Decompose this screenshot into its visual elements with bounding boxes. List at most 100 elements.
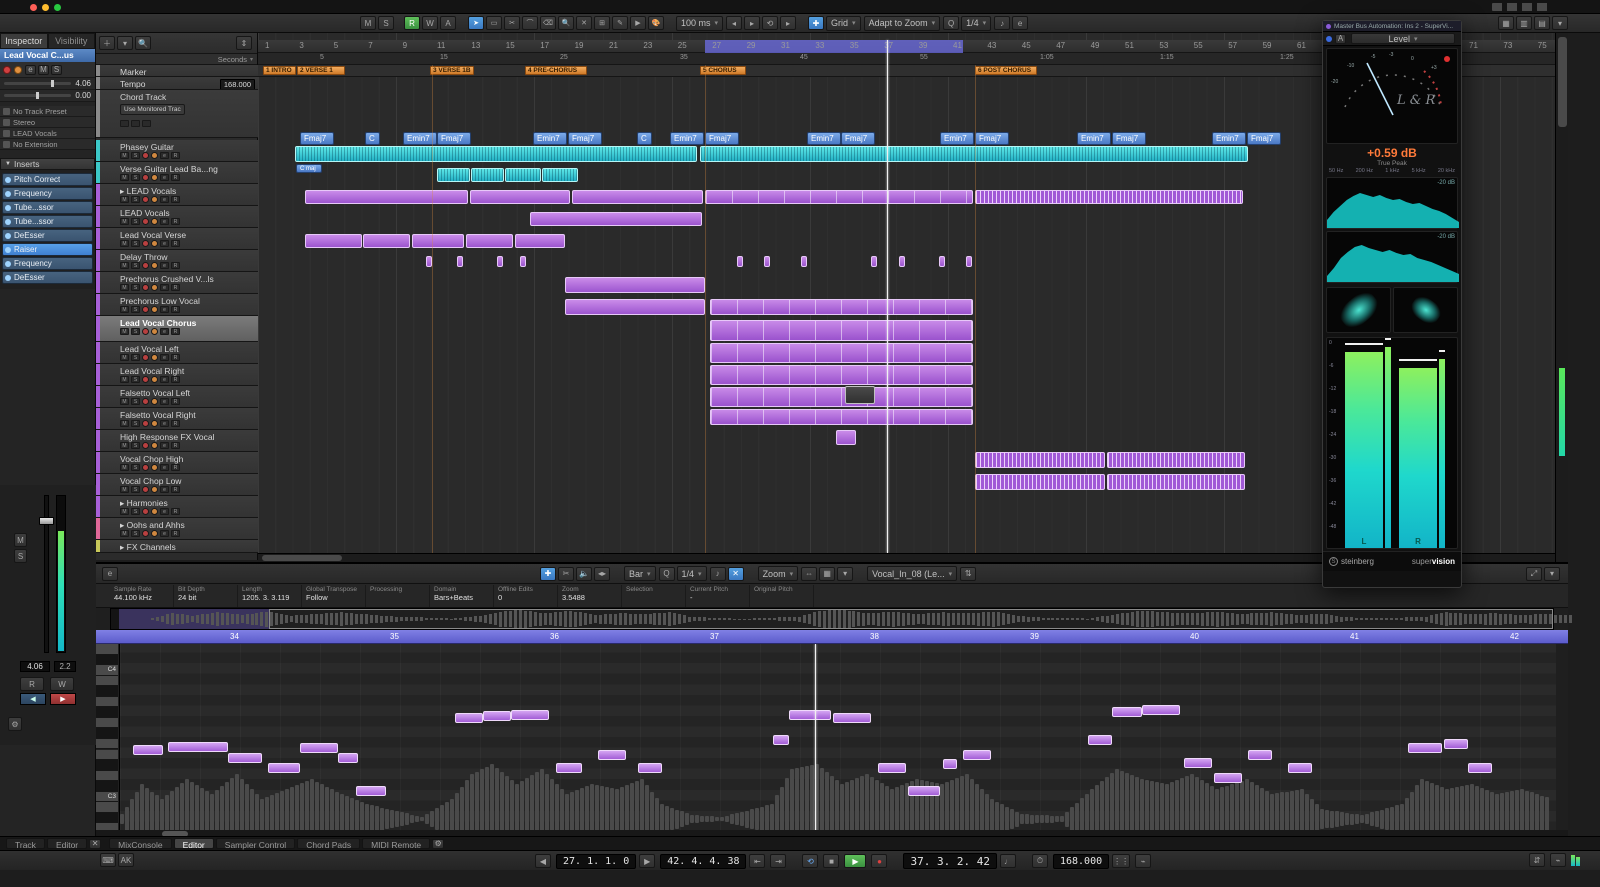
track-monitor-button[interactable] bbox=[151, 420, 158, 427]
variaudio-pitch-segment[interactable] bbox=[1468, 763, 1492, 773]
snap-editor-icon[interactable]: ✚ bbox=[540, 567, 556, 581]
track-automation-button[interactable]: R bbox=[171, 398, 180, 405]
track-record-button[interactable] bbox=[142, 376, 149, 383]
track-header-falsetto-vocal-left[interactable]: Falsetto Vocal LeftMSeR bbox=[96, 386, 258, 408]
arrow-tool-icon[interactable]: ➤ bbox=[468, 16, 484, 30]
zone-tab-editor[interactable]: Editor bbox=[47, 838, 87, 849]
audio-event-vocal[interactable] bbox=[305, 190, 468, 204]
info-cell-current-pitch[interactable]: Current Pitch- bbox=[686, 585, 750, 607]
info-cell-length[interactable]: Length1205. 3. 3.119 bbox=[238, 585, 302, 607]
track-edit-button[interactable]: e bbox=[160, 262, 169, 269]
audio-event-vocal[interactable] bbox=[530, 212, 702, 226]
audio-event-vocal[interactable] bbox=[845, 386, 875, 404]
zoom-tool-icon[interactable]: 🔍 bbox=[558, 16, 574, 30]
track-automation-button[interactable]: R bbox=[171, 328, 180, 335]
track-solo-button[interactable]: S bbox=[131, 152, 140, 159]
track-header-chord-track[interactable]: Chord TrackUse Monitored Trac bbox=[96, 90, 258, 138]
track-record-button[interactable] bbox=[142, 152, 149, 159]
iterative-quantize-icon[interactable]: ♪ bbox=[994, 16, 1010, 30]
variaudio-pitch-segment[interactable] bbox=[789, 710, 831, 720]
track-edit-button[interactable]: e bbox=[160, 328, 169, 335]
track-edit-button[interactable]: e bbox=[160, 508, 169, 515]
track-solo-button[interactable]: S bbox=[131, 262, 140, 269]
volume-value[interactable]: 4.06 bbox=[75, 79, 91, 88]
track-record-button[interactable] bbox=[142, 196, 149, 203]
track-mute-button[interactable]: M bbox=[120, 218, 129, 225]
comp-tool-icon[interactable]: ⊞ bbox=[594, 16, 610, 30]
track-header-oohs-and-ahhs[interactable]: ▸ Oohs and AhhsMSeR bbox=[96, 518, 258, 540]
toolbar-setup-icon[interactable]: ▾ bbox=[1552, 16, 1568, 30]
track-mute-button[interactable]: M bbox=[120, 262, 129, 269]
track-header-lead-vocal-chorus[interactable]: Lead Vocal ChorusMSeR bbox=[96, 316, 258, 342]
mute-all-button[interactable]: M bbox=[360, 16, 376, 30]
audio-event-vocal[interactable] bbox=[515, 234, 565, 248]
track-record-button[interactable] bbox=[142, 218, 149, 225]
track-record-button[interactable] bbox=[142, 464, 149, 471]
insert-slot-pitch-correct[interactable]: Pitch Correct bbox=[2, 173, 93, 186]
solo-button[interactable]: S bbox=[51, 65, 62, 75]
track-solo-button[interactable]: S bbox=[131, 196, 140, 203]
track-record-button[interactable] bbox=[142, 328, 149, 335]
piano-black-key[interactable] bbox=[96, 707, 118, 718]
marker-event[interactable]: 1 INTRO bbox=[263, 66, 296, 75]
click-button[interactable]: ⋮⋮ bbox=[1112, 854, 1130, 868]
nudge-right-icon[interactable]: ▸ bbox=[744, 16, 760, 30]
track-monitor-button[interactable] bbox=[151, 508, 158, 515]
meter-mute-button[interactable]: M bbox=[14, 533, 27, 547]
glue-tool-icon[interactable]: ⌒ bbox=[522, 16, 538, 30]
routing-row-no-extension[interactable]: No Extension bbox=[0, 139, 95, 150]
record-enable-button[interactable] bbox=[3, 66, 11, 74]
piano-white-key[interactable] bbox=[96, 802, 118, 813]
lower-tab-editor[interactable]: Editor bbox=[174, 838, 214, 849]
play-tool-icon[interactable]: ▶ bbox=[630, 16, 646, 30]
quantize-preset-combo[interactable]: 1/4▾ bbox=[961, 16, 991, 31]
track-record-button[interactable] bbox=[142, 442, 149, 449]
variaudio-pitch-segment[interactable] bbox=[1112, 707, 1142, 717]
audio-event-vocal[interactable] bbox=[497, 256, 503, 267]
track-automation-button[interactable]: R bbox=[171, 530, 180, 537]
insert-power-icon[interactable] bbox=[5, 261, 11, 267]
audio-event-vocal[interactable] bbox=[939, 256, 945, 267]
piano-white-key[interactable] bbox=[96, 750, 118, 761]
audio-event-vocal[interactable] bbox=[710, 409, 973, 425]
track-record-button[interactable] bbox=[142, 398, 149, 405]
variaudio-pitch-segment[interactable] bbox=[598, 750, 626, 760]
track-header-phasey-guitar[interactable]: Phasey GuitarMSeR bbox=[96, 140, 258, 162]
plugin-bypass-icon[interactable] bbox=[1326, 36, 1332, 42]
track-monitor-button[interactable] bbox=[151, 306, 158, 313]
track-solo-button[interactable]: S bbox=[131, 420, 140, 427]
pan-left-button[interactable]: ◀ bbox=[20, 693, 46, 705]
add-track-button[interactable]: ＋ bbox=[99, 36, 115, 50]
variaudio-x-icon[interactable]: ✕ bbox=[728, 567, 744, 581]
insert-slot-tube-ssor[interactable]: Tube...ssor bbox=[2, 201, 93, 214]
info-cell-domain[interactable]: DomainBars+Beats bbox=[430, 585, 494, 607]
track-record-button[interactable] bbox=[142, 420, 149, 427]
goniometer-right[interactable] bbox=[1393, 287, 1458, 333]
track-edit-button[interactable]: e bbox=[160, 420, 169, 427]
project-cursor[interactable] bbox=[887, 40, 888, 553]
read-button[interactable]: R bbox=[20, 677, 44, 691]
track-record-button[interactable] bbox=[142, 486, 149, 493]
tab-inspector[interactable]: Inspector bbox=[0, 33, 48, 49]
lower-tab-midi-remote[interactable]: MIDI Remote bbox=[362, 838, 430, 849]
plugin-titlebar[interactable]: Master Bus Automation: Ins 2 - SuperVi..… bbox=[1323, 21, 1461, 32]
routing-row-no-track-preset[interactable]: No Track Preset bbox=[0, 106, 95, 117]
variaudio-pitch-segment[interactable] bbox=[833, 713, 871, 723]
track-monitor-button[interactable] bbox=[151, 530, 158, 537]
track-edit-button[interactable]: e bbox=[160, 240, 169, 247]
quantize-editor-icon[interactable]: Q bbox=[659, 567, 675, 581]
audio-event-vocal[interactable] bbox=[966, 256, 972, 267]
audio-event-vocal[interactable] bbox=[565, 299, 705, 315]
lower-zone-setup-gear-icon[interactable]: ⚙ bbox=[432, 839, 444, 849]
track-monitor-button[interactable] bbox=[151, 328, 158, 335]
insert-slot-deesser[interactable]: DeEsser bbox=[2, 229, 93, 242]
tempo-track-icon[interactable]: ⏱ bbox=[1032, 854, 1048, 868]
audio-event-vocal[interactable] bbox=[470, 190, 570, 204]
variaudio-canvas[interactable] bbox=[120, 644, 1556, 832]
track-edit-button[interactable]: e bbox=[160, 398, 169, 405]
chord-event[interactable]: Emin7 bbox=[940, 132, 974, 145]
audio-event-vocal[interactable] bbox=[737, 256, 743, 267]
audio-event-vocal[interactable] bbox=[305, 234, 362, 248]
piano-black-key[interactable] bbox=[96, 728, 118, 739]
track-header-tempo[interactable]: Tempo168.000 bbox=[96, 77, 258, 90]
